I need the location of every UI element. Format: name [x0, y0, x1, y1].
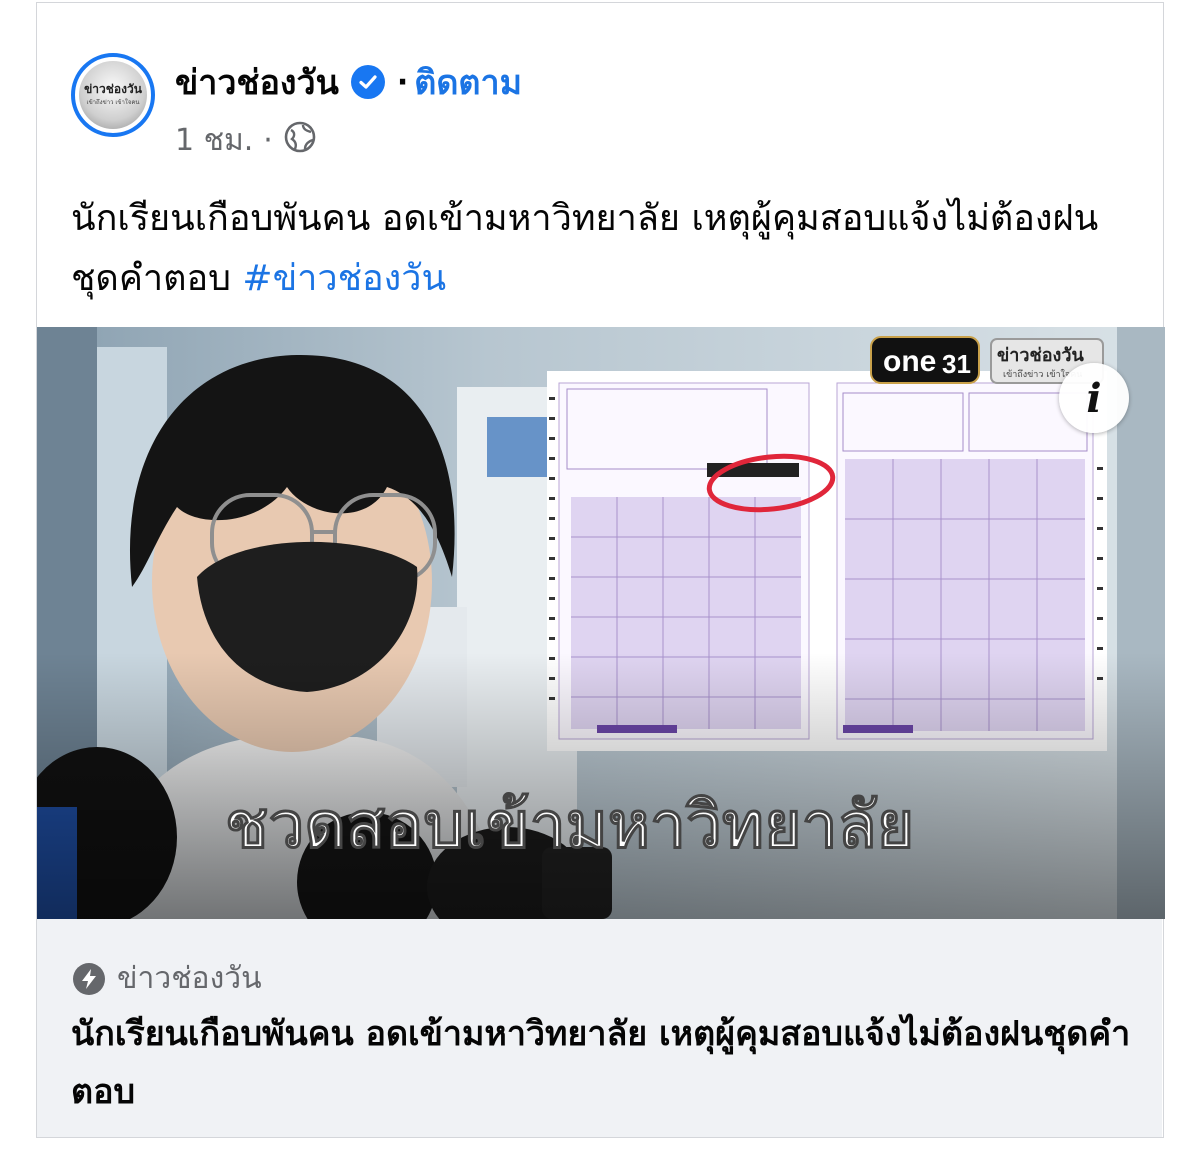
post-timestamp[interactable]: 1 ชม. — [175, 117, 253, 164]
bolt-icon — [73, 962, 105, 995]
avatar-logo: ข่าวช่องวัน เข้าถึงข่าว เข้าใจคน — [79, 61, 147, 129]
link-title[interactable]: นักเรียนเกือบพันคน อดเข้ามหาวิทยาลัย เหต… — [71, 1005, 1141, 1121]
post-card: ข่าวช่องวัน เข้าถึงข่าว เข้าใจคน ข่าวช่อ… — [36, 2, 1165, 1138]
post-body: นักเรียนเกือบพันคน อดเข้ามหาวิทยาลัย เหต… — [71, 198, 1099, 299]
hashtag-link[interactable]: #ข่าวช่องวัน — [242, 258, 446, 299]
follow-button[interactable]: ติดตาม — [414, 55, 522, 109]
meta-separator: · — [263, 123, 273, 158]
page-name-link[interactable]: ข่าวช่องวัน — [175, 55, 339, 109]
svg-text:31: 31 — [942, 349, 971, 379]
image-headline: ชวดสอบเข้ามหาวิทยาลัย — [225, 789, 914, 863]
verified-badge-icon — [350, 65, 385, 99]
news-photo: one 31 ข่าวช่องวัน เข้าถึงข่าว เข้าใจคน … — [37, 327, 1165, 919]
svg-text:one: one — [883, 345, 936, 378]
post-image[interactable]: one 31 ข่าวช่องวัน เข้าถึงข่าว เข้าใจคน … — [37, 327, 1165, 919]
channel-logo: one 31 — [870, 336, 980, 384]
post-header: ข่าวช่องวัน · ติดตาม — [175, 55, 522, 109]
svg-text:ข่าวช่องวัน: ข่าวช่องวัน — [997, 345, 1084, 366]
avatar-logo-text: ข่าวช่องวัน — [84, 82, 142, 96]
link-preview[interactable]: ข่าวช่องวัน นักเรียนเกือบพันคน อดเข้ามหา… — [37, 919, 1162, 1137]
post-text: นักเรียนเกือบพันคน อดเข้ามหาวิทยาลัย เหต… — [71, 189, 1141, 309]
globe-icon[interactable] — [283, 120, 317, 162]
page-avatar[interactable]: ข่าวช่องวัน เข้าถึงข่าว เข้าใจคน — [71, 53, 155, 137]
separator-dot: · — [396, 64, 409, 100]
info-icon[interactable]: i — [1059, 363, 1129, 433]
post-meta: 1 ชม. · — [175, 117, 317, 164]
info-icon-glyph: i — [1086, 374, 1102, 422]
link-source: ข่าวช่องวัน — [73, 955, 262, 1002]
link-source-name: ข่าวช่องวัน — [117, 961, 262, 996]
avatar-logo-subtext: เข้าถึงข่าว เข้าใจคน — [86, 99, 140, 106]
